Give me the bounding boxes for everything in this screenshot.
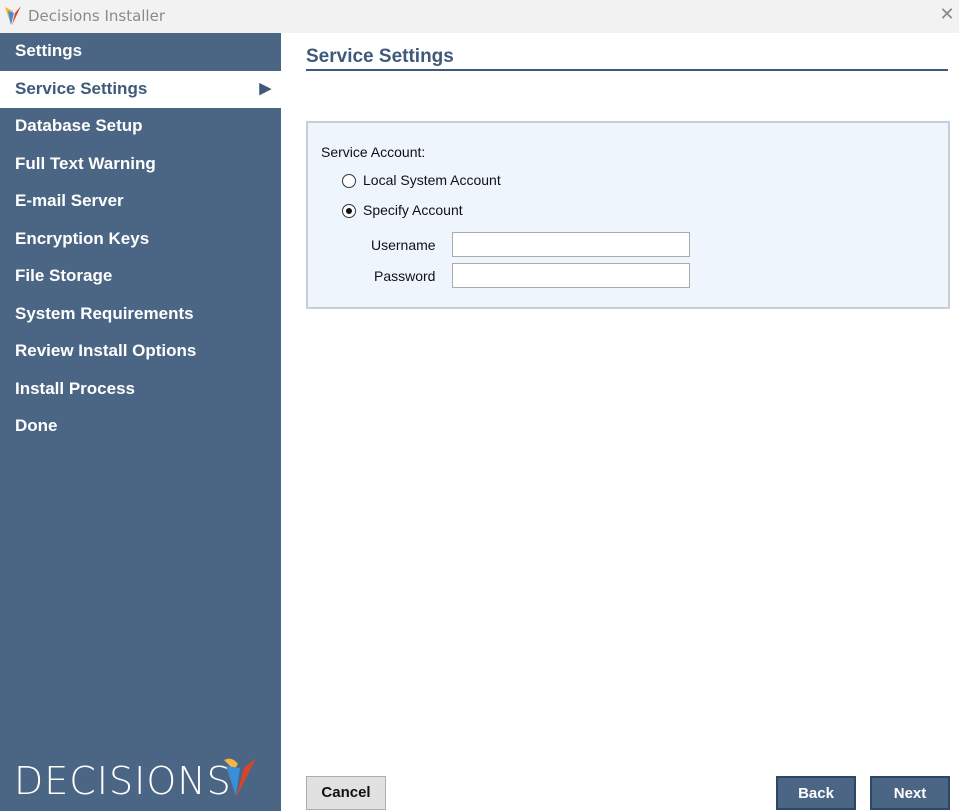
sidebar-item-label: E-mail Server: [15, 191, 124, 210]
cancel-button[interactable]: Cancel: [306, 776, 386, 810]
sidebar-item-label: Full Text Warning: [15, 153, 156, 173]
sidebar-item-settings[interactable]: Settings: [0, 33, 281, 71]
specify-account-label[interactable]: Specify Account: [363, 202, 463, 218]
main-content: Service Settings Service Account: Local …: [281, 33, 959, 811]
sidebar-item-encryption-keys[interactable]: Encryption Keys: [0, 221, 281, 259]
username-input[interactable]: [452, 232, 690, 257]
sidebar-item-install-process[interactable]: Install Process: [0, 371, 281, 409]
sidebar-item-done[interactable]: Done: [0, 408, 281, 446]
sidebar: Settings Service Settings ▶ Database Setu…: [0, 33, 281, 811]
sidebar-item-review-install-options[interactable]: Review Install Options: [0, 333, 281, 371]
password-input[interactable]: [452, 263, 690, 288]
sidebar-item-email-server[interactable]: E-mail Server: [0, 183, 281, 221]
sidebar-item-full-text-warning[interactable]: Full Text Warning: [0, 146, 281, 184]
sidebar-item-label: Database Setup: [15, 116, 143, 135]
sidebar-item-label: Settings: [15, 41, 83, 60]
close-icon[interactable]: ✕: [937, 4, 957, 25]
brand-logo-icon: [224, 758, 256, 798]
sidebar-item-database-setup[interactable]: Database Setup: [0, 108, 281, 146]
brand-logo-text: DECISIONS: [14, 759, 232, 803]
arrow-right-icon: ▶: [259, 79, 271, 97]
local-system-account-radio[interactable]: [342, 174, 356, 188]
specify-account-radio[interactable]: [342, 204, 356, 218]
sidebar-item-service-settings[interactable]: Service Settings ▶: [0, 70, 281, 108]
sidebar-item-label: Done: [15, 416, 58, 435]
sidebar-item-label: Review Install Options: [15, 341, 197, 360]
next-button[interactable]: Next: [870, 776, 950, 810]
sidebar-item-label: Install Process: [15, 378, 136, 398]
local-system-account-label[interactable]: Local System Account: [363, 172, 501, 188]
back-button[interactable]: Back: [776, 776, 856, 810]
sidebar-item-label: Encryption Keys: [15, 228, 150, 248]
sidebar-item-label: System Requirements: [15, 303, 194, 323]
username-label: Username: [371, 237, 436, 253]
sidebar-item-label: File Storage: [15, 266, 113, 285]
service-account-panel: Service Account: Local System Account Sp…: [306, 121, 950, 309]
page-title: Service Settings: [306, 46, 948, 71]
service-account-label: Service Account:: [321, 144, 426, 160]
window-title: Decisions Installer: [28, 7, 165, 25]
sidebar-item-file-storage[interactable]: File Storage: [0, 258, 281, 296]
password-label: Password: [374, 268, 436, 284]
sidebar-item-label: Service Settings: [15, 78, 148, 98]
app-logo-icon: [5, 6, 21, 25]
title-bar: Decisions Installer ✕: [0, 0, 959, 33]
sidebar-item-system-requirements[interactable]: System Requirements: [0, 296, 281, 334]
